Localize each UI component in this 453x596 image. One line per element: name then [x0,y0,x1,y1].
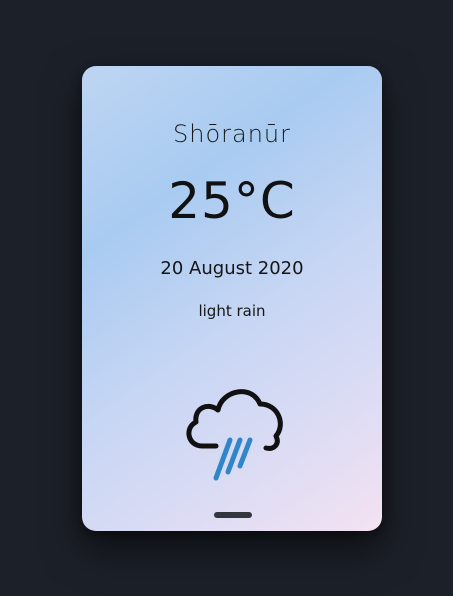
city-name: Shōranūr [173,120,291,148]
date-label: 20 August 2020 [160,258,304,279]
home-indicator[interactable] [214,512,252,518]
weather-description: light rain [198,302,266,320]
page: Shōranūr 25°C 20 August 2020 light rain [0,0,453,596]
temperature: 25°C [168,172,296,230]
weather-card: Shōranūr 25°C 20 August 2020 light rain [82,66,382,531]
cloud-rain-icon [186,389,283,481]
